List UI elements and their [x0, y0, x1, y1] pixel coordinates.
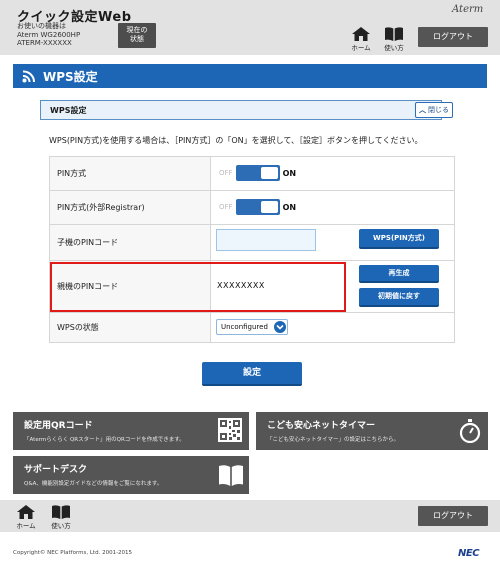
status-button-line2: 状態: [130, 35, 144, 43]
aterm-logo: Aterm: [452, 4, 484, 15]
instruction-text: WPS(PIN方式)を使用する場合は、［PIN方式］の「ON」を選択して、［設定…: [49, 136, 423, 145]
row-value: OFF ON: [211, 157, 455, 190]
device-model: Aterm WG2600HP: [17, 30, 81, 39]
tile-desc: Q&A、機能別設定ガイドなどの情報をご覧になれます。: [24, 481, 163, 487]
nav-howto[interactable]: 使い方: [381, 27, 407, 52]
table-row: PIN方式 OFF ON: [49, 157, 455, 191]
tile-title: サポートデスク: [24, 465, 88, 475]
toggle-off-label: OFF: [219, 169, 233, 177]
pin-method-toggle[interactable]: OFF ON: [219, 165, 296, 181]
regenerate-button[interactable]: 再生成: [359, 265, 439, 283]
page-title-bar: WPS設定: [13, 64, 487, 88]
nec-logo: NEC: [458, 548, 480, 559]
row-value: WPS(PIN方式): [211, 225, 455, 260]
select-value: Unconfigured: [221, 323, 268, 331]
chevron-up-icon: ︿: [419, 106, 426, 114]
status-button-line1: 現在の: [126, 26, 148, 34]
client-pin-input[interactable]: [216, 229, 316, 251]
row-label: PIN方式(外部Registrar): [49, 191, 211, 224]
router-pin-value: XXXXXXXX: [217, 281, 265, 290]
device-name: ATERM-XXXXXX: [17, 39, 72, 47]
panel-title: WPS設定: [50, 106, 87, 115]
toggle-knob: [260, 201, 278, 213]
tile-title: 設定用QRコード: [24, 421, 93, 431]
footer-nav-howto-label: 使い方: [51, 522, 71, 530]
submit-button[interactable]: 設定: [202, 362, 302, 386]
toggle-knob: [260, 167, 278, 179]
wps-pin-button[interactable]: WPS(PIN方式): [359, 229, 439, 249]
row-value: Unconfigured: [211, 313, 455, 342]
table-row: WPSの状態 Unconfigured: [49, 313, 455, 343]
toggle-on-label: ON: [282, 168, 297, 178]
footer-nav-home[interactable]: ホーム: [13, 505, 39, 530]
current-status-button[interactable]: 現在の 状態: [118, 23, 156, 48]
toggle-on-label: ON: [282, 202, 297, 212]
footer-nav-home-label: ホーム: [16, 522, 36, 530]
toggle-switch[interactable]: [235, 165, 280, 181]
wps-panel-header: WPS設定 ︿ 閉じる: [40, 100, 453, 120]
external-registrar-toggle[interactable]: OFF ON: [219, 199, 296, 215]
page-title: WPS設定: [43, 70, 98, 84]
wifi-icon: [22, 70, 36, 83]
home-icon: [352, 27, 370, 41]
wps-status-select[interactable]: Unconfigured: [216, 319, 288, 335]
qr-code-tile[interactable]: 設定用QRコード 「Atermらくらく QRスタート」用のQRコードを作成できま…: [13, 412, 249, 450]
footer-logout-button[interactable]: ログアウト: [418, 506, 488, 526]
row-label: WPSの状態: [49, 313, 211, 342]
nav-home[interactable]: ホーム: [348, 27, 374, 52]
book-icon: [219, 465, 243, 486]
table-row: 子機のPINコード WPS(PIN方式): [49, 225, 455, 261]
device-info-line: お使いの機器は: [17, 22, 66, 30]
row-label: PIN方式: [49, 157, 211, 190]
copyright: Copyright© NEC Platforms, Ltd. 2001-2015: [13, 550, 133, 556]
logout-button[interactable]: ログアウト: [418, 27, 488, 47]
collapse-label: 閉じる: [428, 106, 449, 114]
row-value: OFF ON: [211, 191, 455, 224]
book-icon: [385, 27, 403, 41]
toggle-switch[interactable]: [235, 199, 280, 215]
table-row: PIN方式(外部Registrar) OFF ON: [49, 191, 455, 225]
row-value: XXXXXXXX 再生成 初期値に戻す: [211, 261, 455, 312]
reset-default-button[interactable]: 初期値に戻す: [359, 288, 439, 307]
chevron-down-icon: [274, 321, 286, 333]
kids-timer-tile[interactable]: こども安心ネットタイマー 「こども安心ネットタイマー」の設定はこちらから。: [256, 412, 488, 450]
home-icon: [17, 505, 35, 519]
collapse-button[interactable]: ︿ 閉じる: [415, 102, 453, 118]
tile-desc: 「こども安心ネットタイマー」の設定はこちらから。: [267, 437, 400, 443]
footer-nav-howto[interactable]: 使い方: [48, 505, 74, 530]
timer-icon: [459, 419, 481, 443]
tile-desc: 「Atermらくらく QRスタート」用のQRコードを作成できます。: [24, 437, 185, 443]
table-row: 親機のPINコード XXXXXXXX 再生成 初期値に戻す: [49, 261, 455, 313]
nav-howto-label: 使い方: [384, 44, 404, 52]
nav-home-label: ホーム: [351, 44, 371, 52]
row-label: 子機のPINコード: [49, 225, 211, 260]
support-desk-tile[interactable]: サポートデスク Q&A、機能別設定ガイドなどの情報をご覧になれます。: [13, 456, 249, 494]
qr-code-icon: [218, 418, 242, 442]
device-info: お使いの機器は Aterm WG2600HP ATERM-XXXXXX: [17, 22, 80, 48]
footer-bar: ホーム 使い方 ログアウト: [0, 500, 500, 532]
tile-title: こども安心ネットタイマー: [267, 421, 376, 431]
toggle-off-label: OFF: [219, 203, 233, 211]
row-label: 親機のPINコード: [49, 261, 211, 312]
book-icon: [52, 505, 70, 519]
header: クイック設定Web お使いの機器は Aterm WG2600HP ATERM-X…: [0, 0, 500, 55]
